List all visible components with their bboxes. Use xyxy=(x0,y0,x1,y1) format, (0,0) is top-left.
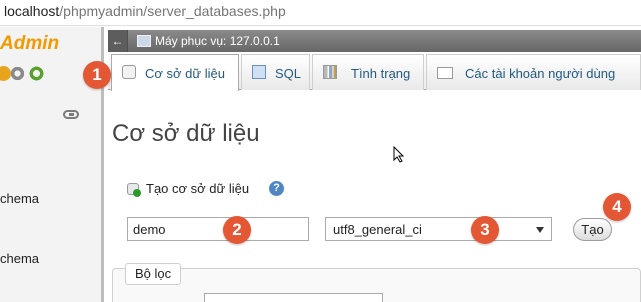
annotation-marker-4: 4 xyxy=(603,193,631,221)
filter-input[interactable] xyxy=(204,293,383,302)
browser-window: localhost/phpmyadmin/server_databases.ph… xyxy=(0,0,641,302)
url-host: localhost xyxy=(4,3,60,19)
create-database-icon xyxy=(127,183,141,197)
users-icon xyxy=(437,67,453,79)
main-tabs: Cơ sở dữ liệu SQL Tình trạng Các tài kho… xyxy=(108,52,641,91)
database-icon xyxy=(122,65,136,79)
tab-label: Cơ sở dữ liệu xyxy=(145,66,225,81)
annotation-marker-1: 1 xyxy=(83,61,111,89)
tab-sql[interactable]: SQL xyxy=(241,54,310,90)
server-title[interactable]: Máy phục vụ: 127.0.0.1 xyxy=(155,34,280,48)
sql-icon xyxy=(252,65,266,79)
collapse-sidebar-button[interactable]: ← xyxy=(108,30,128,52)
tab-label: Tình trạng xyxy=(351,66,411,81)
filter-legend: Bộ lọc xyxy=(125,263,182,285)
collation-select[interactable]: utf8_general_ci xyxy=(325,217,552,241)
sidebar-item-schema[interactable]: chema xyxy=(0,251,39,266)
create-button[interactable]: Tạo xyxy=(573,218,612,241)
address-url[interactable]: localhost/phpmyadmin/server_databases.ph… xyxy=(4,3,286,19)
sidebar-item-schema[interactable]: chema xyxy=(0,191,39,206)
tab-label: SQL xyxy=(275,66,302,81)
help-icon[interactable]: ? xyxy=(269,181,284,196)
link-icon[interactable] xyxy=(63,110,79,119)
tab-label: Các tài khoản người dùng xyxy=(465,66,616,81)
status-chart-icon xyxy=(323,65,337,79)
collation-value: utf8_general_ci xyxy=(333,222,422,237)
create-database-label: Tạo cơ sở dữ liệu xyxy=(146,181,250,196)
page-title: Cơ sở dữ liệu xyxy=(112,120,260,147)
tab-user-accounts[interactable]: Các tài khoản người dùng xyxy=(426,54,641,90)
gear-icon[interactable] xyxy=(10,66,25,81)
database-name-input[interactable] xyxy=(127,217,309,241)
server-icon xyxy=(137,35,151,47)
url-path: /phpmyadmin/server_databases.php xyxy=(59,3,286,19)
reload-icon[interactable] xyxy=(29,66,44,81)
annotation-marker-3: 3 xyxy=(471,216,499,244)
chevron-down-icon xyxy=(536,227,544,233)
address-bar[interactable]: localhost/phpmyadmin/server_databases.ph… xyxy=(0,0,641,26)
server-header: ← Máy phục vụ: 127.0.0.1 xyxy=(108,30,641,52)
mouse-cursor-icon xyxy=(393,146,405,163)
annotation-marker-2: 2 xyxy=(223,216,251,244)
tab-databases[interactable]: Cơ sở dữ liệu xyxy=(111,54,239,91)
main-content: Cơ sở dữ liệu Tạo cơ sở dữ liệu ? utf8_g… xyxy=(108,91,641,302)
phpmyadmin-logo[interactable]: Admin xyxy=(0,33,59,55)
tab-status[interactable]: Tình trạng xyxy=(312,54,424,90)
